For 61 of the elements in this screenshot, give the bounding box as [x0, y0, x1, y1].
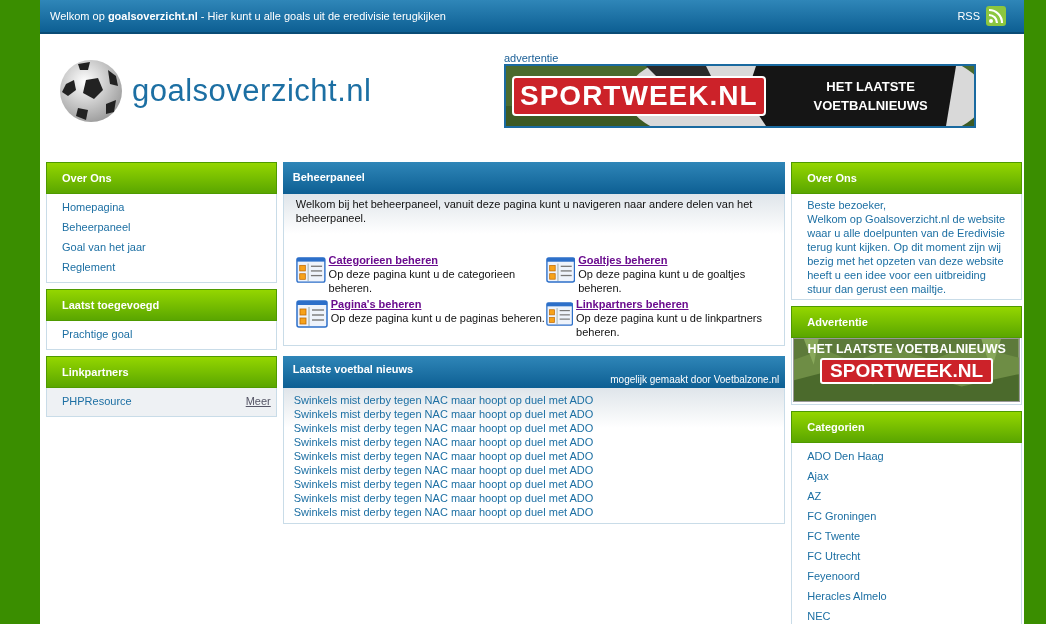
- about-text: Beste bezoeker, Welkom op Goalsoverzicht.nl de website waar u alle doelpunten van de Eredivisie terug kunt kijken. Op dit moment zijn wij bezig met het opzeten van deze website heeft u een idee voor een uitbreiding stuur dan gerust een mailtje.: [807, 198, 1006, 296]
- list-window-icon: [295, 256, 326, 284]
- category-link[interactable]: ADO Den Haag: [807, 450, 884, 463]
- section-link[interactable]: Categorieen beheren: [328, 253, 546, 267]
- panel-heading: Advertentie: [791, 306, 1022, 338]
- category-link[interactable]: NEC: [807, 610, 831, 623]
- more-link[interactable]: Meer: [245, 395, 271, 408]
- list-window-icon: [295, 300, 328, 328]
- category-link[interactable]: FC Groningen: [807, 510, 877, 523]
- news-link[interactable]: Swinkels mist derby tegen NAC maar hoopt op duel met ADO: [293, 435, 775, 449]
- panel-heading: Laatst toegevoegd: [46, 289, 277, 321]
- section-description: Op deze pagina kunt u de categorieen beheren.: [328, 267, 517, 295]
- soccer-ball-icon: [58, 58, 124, 124]
- rss-icon[interactable]: [986, 6, 1006, 26]
- site-logo[interactable]: goalsoverzicht.nl: [132, 73, 372, 109]
- news-link[interactable]: Swinkels mist derby tegen NAC maar hoopt op duel met ADO: [293, 407, 775, 421]
- category-link[interactable]: FC Utrecht: [807, 550, 861, 563]
- category-link[interactable]: FC Twente: [807, 530, 861, 543]
- section-link[interactable]: Pagina's beheren: [330, 297, 545, 311]
- panel-heading: Over Ons: [791, 162, 1022, 194]
- sidebar-link[interactable]: Reglement: [62, 261, 116, 274]
- ad-banner[interactable]: HET LAATSTE VOETBALNIEUWS SPORTWEEK.NL: [793, 338, 1020, 402]
- list-window-icon: [545, 256, 576, 284]
- panel-heading: Laatste voetbal nieuws: [292, 363, 414, 375]
- credit-text: mogelijk gemaakt door Voetbalzone.nl: [610, 374, 780, 385]
- brand-logo: SPORTWEEK.NL: [820, 358, 994, 384]
- section-link[interactable]: Linkpartners beheren: [576, 297, 775, 311]
- section-description: Op deze pagina kunt u de linkpartners beheren.: [576, 311, 763, 339]
- brand-logo: SPORTWEEK.NL: [512, 76, 766, 116]
- panel-heading: Beheerpaneel: [282, 162, 786, 194]
- section-description: Op deze pagina kunt u de paginas beheren.: [330, 311, 545, 325]
- panel-heading: Over Ons: [46, 162, 277, 194]
- welcome-text: Welkom op goalsoverzicht.nl - Hier kunt u alle goals uit de eredivisie terugkijken: [50, 10, 447, 22]
- category-link[interactable]: Feyenoord: [807, 570, 860, 583]
- news-link[interactable]: Swinkels mist derby tegen NAC maar hoopt op duel met ADO: [293, 491, 775, 505]
- sidebar-link[interactable]: Homepagina: [62, 201, 125, 214]
- news-link[interactable]: Swinkels mist derby tegen NAC maar hoopt op duel met ADO: [293, 463, 775, 477]
- sidebar-link[interactable]: Prachtige goal: [62, 328, 133, 341]
- slogan-text: VOETBALNIEUWS: [813, 98, 928, 113]
- panel-heading: Categorien: [791, 411, 1022, 443]
- panel-heading: Linkpartners: [46, 356, 277, 388]
- list-window-icon: [545, 300, 574, 328]
- news-link[interactable]: Swinkels mist derby tegen NAC maar hoopt op duel met ADO: [293, 421, 775, 435]
- intro-text: Welkom bij het beheerpaneel, vanuit deze pagina kunt u navigeren naar andere delen van het beheerpaneel.: [295, 197, 754, 225]
- sidebar-link[interactable]: Goal van het jaar: [62, 241, 146, 254]
- rss-link[interactable]: RSS: [957, 10, 980, 22]
- sidebar-link[interactable]: PHPResource: [62, 395, 132, 408]
- news-link[interactable]: Swinkels mist derby tegen NAC maar hoopt op duel met ADO: [293, 449, 775, 463]
- news-link[interactable]: Swinkels mist derby tegen NAC maar hoopt op duel met ADO: [293, 393, 775, 407]
- category-link[interactable]: Ajax: [807, 470, 829, 483]
- slogan-text: HET LAATSTE: [826, 79, 915, 94]
- news-link[interactable]: Swinkels mist derby tegen NAC maar hoopt op duel met ADO: [293, 505, 775, 519]
- category-link[interactable]: Heracles Almelo: [807, 590, 887, 603]
- ad-banner[interactable]: SPORTWEEK.NL HET LAATSTE VOETBALNIEUWS: [504, 64, 976, 128]
- sidebar-link[interactable]: Beheerpaneel: [62, 221, 131, 234]
- section-description: Op deze pagina kunt u de goaltjes beheren.: [578, 267, 747, 295]
- category-link[interactable]: AZ: [807, 490, 822, 503]
- ad-label: advertentie: [504, 52, 560, 64]
- slogan-text: HET LAATSTE VOETBALNIEUWS: [807, 342, 1006, 356]
- news-link[interactable]: Swinkels mist derby tegen NAC maar hoopt op duel met ADO: [293, 477, 775, 491]
- section-link[interactable]: Goaltjes beheren: [578, 253, 775, 267]
